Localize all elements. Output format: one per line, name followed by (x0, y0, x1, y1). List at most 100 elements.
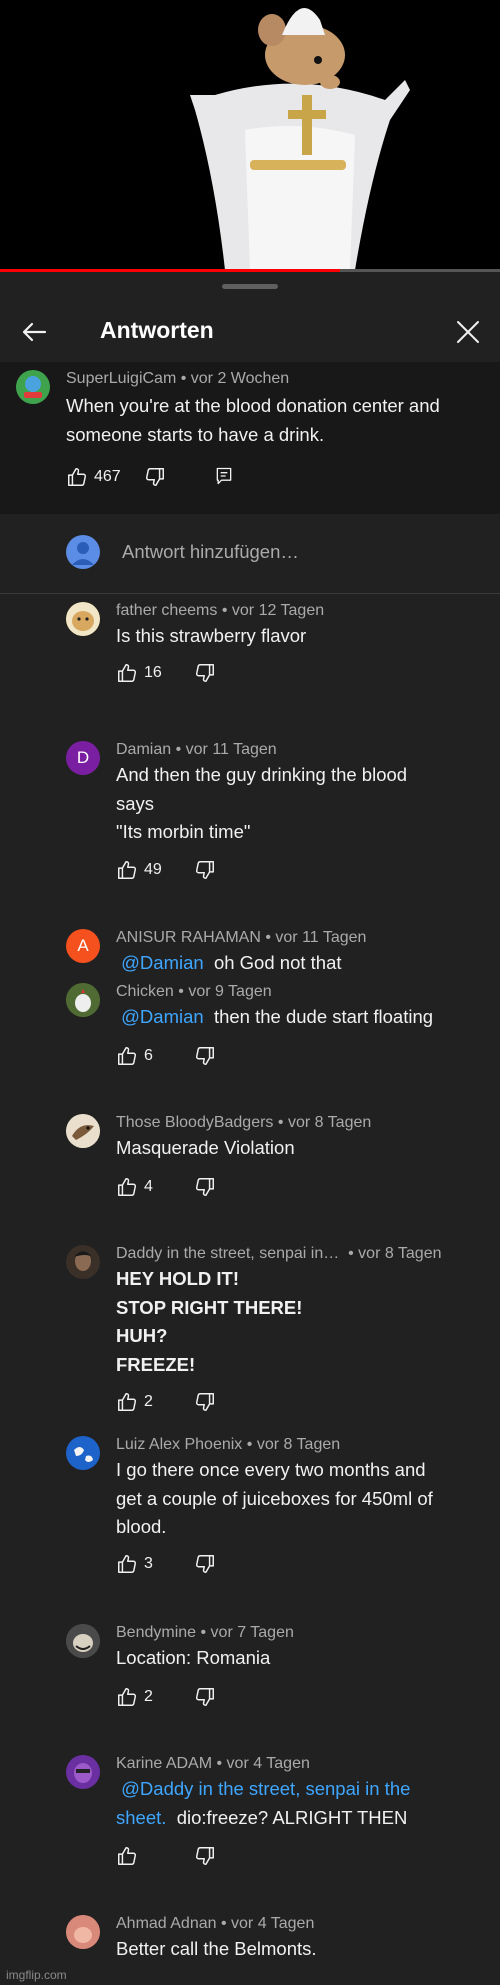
thumbs-up-icon (118, 861, 137, 879)
author-name[interactable]: Daddy in the street, senpai in… (116, 1245, 339, 1262)
list-item: Bendymine • vor 7 Tagen Location: Romani… (0, 1624, 500, 1724)
comment-time: vor 2 Wochen (190, 370, 290, 387)
like-button[interactable]: 467 (66, 466, 121, 488)
close-button[interactable] (448, 312, 488, 352)
author-name[interactable]: father cheems (116, 602, 217, 619)
thumbs-down-icon (195, 1178, 214, 1196)
like-button[interactable]: 2 (116, 1686, 153, 1708)
comment-actions: 6 (116, 1045, 316, 1069)
drag-handle[interactable] (222, 284, 278, 289)
dislike-button[interactable] (194, 1686, 216, 1708)
dislike-button[interactable] (194, 1176, 216, 1198)
like-button[interactable]: 3 (116, 1553, 153, 1575)
avatar[interactable]: A (66, 929, 100, 963)
dislike-button[interactable] (194, 1391, 216, 1413)
avatar[interactable] (16, 370, 50, 404)
avatar[interactable] (66, 1436, 100, 1470)
video-player[interactable] (0, 0, 500, 272)
thumbs-down-icon (195, 1393, 214, 1411)
thumbs-up-icon (68, 468, 87, 486)
comment-text: Is this strawberry flavor (116, 622, 306, 651)
comment-text-line: I go there once every two months and (116, 1459, 426, 1480)
thumbs-down-icon (195, 664, 214, 682)
avatar[interactable] (66, 983, 100, 1017)
mention-link[interactable]: @Damian (121, 952, 204, 973)
comment-text-line: blood. (116, 1516, 167, 1537)
dislike-button[interactable] (194, 1553, 216, 1575)
like-count: 16 (144, 664, 162, 681)
comment-text-line: get a couple of juiceboxes for 450ml of (116, 1487, 433, 1509)
comment-time: vor 7 Tagen (210, 1624, 294, 1641)
person-icon (72, 542, 94, 565)
list-item: A ANISUR RAHAMAN • vor 11 Tagen @Damian … (0, 929, 500, 981)
comment-meta: ANISUR RAHAMAN • vor 11 Tagen (116, 929, 367, 946)
like-button[interactable]: 6 (116, 1045, 153, 1067)
comment-actions: 2 (116, 1391, 316, 1415)
author-name[interactable]: ANISUR RAHAMAN (116, 929, 261, 946)
comment-meta: Karine ADAM • vor 4 Tagen (116, 1755, 310, 1772)
avatar[interactable] (66, 1624, 100, 1658)
comment-actions: 2 (116, 1686, 316, 1710)
comment-text: Better call the Belmonts. (116, 1935, 317, 1964)
list-item: Karine ADAM • vor 4 Tagen @Daddy in the … (0, 1755, 500, 1885)
author-name[interactable]: SuperLuigiCam (66, 370, 176, 387)
avatar[interactable] (66, 1915, 100, 1949)
comment-text: @Damian oh God not that (116, 949, 341, 978)
dislike-button[interactable] (194, 1045, 216, 1067)
comment-text: I go there once every two months and get… (116, 1456, 433, 1542)
author-name[interactable]: Ahmad Adnan (116, 1915, 217, 1932)
author-name[interactable]: Chicken (116, 983, 174, 1000)
replies-sheet: Antworten SuperLuigiCam • vor 2 Wochen W… (0, 272, 500, 1985)
avatar-character-icon (66, 1755, 100, 1789)
mention-link[interactable]: sheet. (116, 1807, 166, 1828)
avatar-badger-icon (66, 1114, 100, 1148)
avatar[interactable] (66, 1114, 100, 1148)
avatar[interactable] (66, 602, 100, 636)
comment-time: vor 8 Tagen (287, 1114, 372, 1131)
author-name[interactable]: Those BloodyBadgers (116, 1114, 273, 1131)
comment-meta: Bendymine • vor 7 Tagen (116, 1624, 294, 1641)
add-reply-bar[interactable]: Antwort hinzufügen… (0, 514, 500, 594)
list-item: Those BloodyBadgers • vor 8 Tagen Masque… (0, 1114, 500, 1214)
like-button[interactable]: 4 (116, 1176, 153, 1198)
dislike-button[interactable] (144, 466, 166, 488)
thumbs-up-icon (118, 1555, 137, 1573)
dislike-button[interactable] (194, 662, 216, 684)
comment-text-line: Masquerade Violation (116, 1137, 295, 1158)
comment-text-body: then the dude start floating (213, 1006, 434, 1027)
dislike-button[interactable] (194, 859, 216, 881)
like-button[interactable] (116, 1845, 138, 1867)
comment-text-line: And then the guy drinking the blood (116, 764, 408, 785)
avatar-photo-icon (66, 1915, 100, 1949)
comment-time: vor 8 Tagen (358, 1245, 442, 1262)
comment-time: vor 9 Tagen (188, 983, 272, 1000)
like-button[interactable]: 2 (116, 1391, 153, 1413)
avatar[interactable]: D (66, 741, 100, 775)
user-avatar-icon (66, 535, 100, 569)
comment-text: @Daddy in the street, senpai in the shee… (116, 1775, 410, 1832)
avatar[interactable] (66, 1245, 100, 1279)
dislike-button[interactable] (194, 1845, 216, 1867)
like-count: 3 (144, 1555, 153, 1572)
reply-button[interactable] (214, 466, 234, 486)
author-name[interactable]: Damian (116, 741, 171, 758)
avatar-cartoon-icon (66, 1624, 100, 1658)
author-name[interactable]: Karine ADAM (116, 1755, 212, 1772)
comment-meta: Daddy in the street, senpai in… • vor 8 … (116, 1245, 442, 1262)
mention-link[interactable]: @Damian (121, 1006, 204, 1027)
thumbs-up-icon (118, 1393, 137, 1411)
comment-actions: 4 (116, 1176, 316, 1200)
avatar-letter: D (76, 748, 90, 767)
mention-link[interactable]: @Daddy in the street, senpai in the (121, 1778, 410, 1799)
avatar[interactable] (66, 1755, 100, 1789)
thumbs-up-icon (118, 1688, 137, 1706)
author-name[interactable]: Bendymine (116, 1624, 196, 1641)
comment-time: vor 11 Tagen (275, 929, 367, 946)
add-reply-input[interactable]: Antwort hinzufügen… (122, 541, 299, 563)
thumbs-down-icon (195, 1688, 214, 1706)
back-button[interactable] (14, 312, 54, 352)
like-button[interactable]: 16 (116, 662, 162, 684)
like-button[interactable]: 49 (116, 859, 162, 881)
comment-meta: Chicken • vor 9 Tagen (116, 983, 272, 1000)
author-name[interactable]: Luiz Alex Phoenix (116, 1436, 242, 1453)
